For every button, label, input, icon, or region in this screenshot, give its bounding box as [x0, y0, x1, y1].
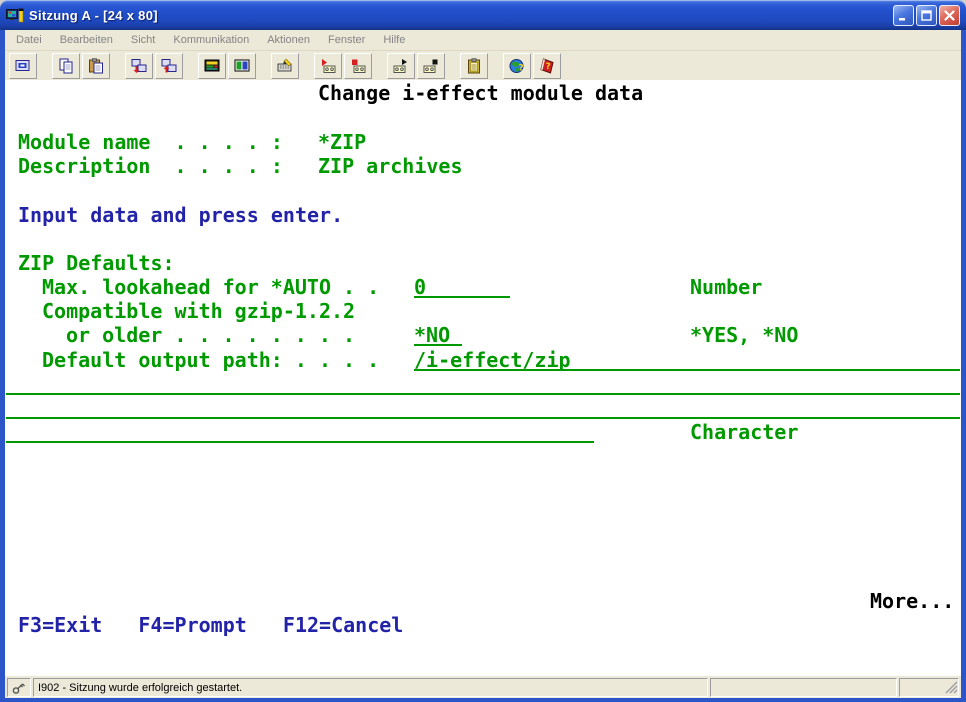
menu-bearbeiten[interactable]: Bearbeiten [51, 31, 122, 49]
prompt-instruction: Input data and press enter. [18, 203, 343, 227]
keyboard-setup-icon [277, 58, 293, 74]
title-bar: Sitzung A - [24 x 80] [0, 0, 966, 30]
menu-datei[interactable]: Datei [7, 31, 51, 49]
more-indicator: More... [870, 589, 954, 613]
label-description: Description . . . . : [18, 154, 283, 178]
record-macro-button[interactable] [314, 53, 342, 79]
stop-macro-icon [423, 58, 439, 74]
record-macro-icon [320, 58, 336, 74]
label-max-lookahead: Max. lookahead for *AUTO . . [42, 275, 379, 299]
resize-grip[interactable] [945, 681, 958, 694]
value-description: ZIP archives [318, 154, 463, 178]
send-file-icon [131, 58, 147, 74]
key-icon [12, 681, 26, 695]
display-setup-icon [234, 58, 250, 74]
menu-fenster[interactable]: Fenster [319, 31, 374, 49]
hint-yes-no: *YES, *NO [690, 323, 798, 347]
menu-aktionen[interactable]: Aktionen [258, 31, 319, 49]
web-support-button[interactable]: ? [503, 53, 531, 79]
close-button[interactable] [939, 5, 960, 26]
label-or-older: or older . . . . . . . . [66, 323, 355, 347]
clipboard-icon [466, 58, 482, 74]
color-mapping-button[interactable] [198, 53, 226, 79]
input-field-output-path-cont-3[interactable] [6, 420, 594, 443]
window-title: Sitzung A - [24 x 80] [29, 8, 158, 23]
paste-button[interactable] [82, 53, 110, 79]
minimize-icon [898, 10, 909, 21]
send-file-button[interactable] [125, 53, 153, 79]
display-session-button[interactable] [9, 53, 37, 79]
status-bar: I902 - Sitzung wurde erfolgreich gestart… [5, 676, 961, 698]
status-panel-corner [899, 678, 959, 697]
web-support-icon: ? [509, 58, 525, 74]
input-field-or-older[interactable]: *NO [414, 323, 462, 346]
screen-title: Change i-effect module data [318, 81, 643, 105]
menu-sicht[interactable]: Sicht [122, 31, 164, 49]
receive-file-icon [161, 58, 177, 74]
input-field-output-path-cont-1[interactable] [6, 372, 960, 395]
session-app-icon [6, 7, 24, 23]
stop-macro-button[interactable] [417, 53, 445, 79]
hint-number: Number [690, 275, 762, 299]
keyboard-setup-button[interactable] [271, 53, 299, 79]
label-module-name: Module name . . . . : [18, 130, 283, 154]
label-default-output-path: Default output path: . . . . [42, 348, 379, 372]
svg-text:?: ? [519, 63, 524, 73]
stop-record-icon [350, 58, 366, 74]
label-zip-defaults: ZIP Defaults: [18, 251, 175, 275]
help-icon: ? [539, 58, 555, 74]
function-keys: F3=Exit F4=Prompt F12=Cancel [18, 613, 403, 637]
session-window: Sitzung A - [24 x 80] Date [0, 0, 966, 702]
play-macro-button[interactable] [387, 53, 415, 79]
copy-button[interactable] [52, 53, 80, 79]
label-gzip-compatible: Compatible with gzip-1.2.2 [42, 299, 355, 323]
connection-status-panel [7, 678, 31, 697]
toolbar: ? ? [5, 51, 961, 80]
input-field-output-path[interactable]: /i-effect/zip [414, 348, 960, 371]
help-button[interactable]: ? [533, 53, 561, 79]
maximize-icon [921, 10, 932, 21]
clipboard-button[interactable] [460, 53, 488, 79]
minimize-button[interactable] [893, 5, 914, 26]
terminal-screen: Change i-effect module data Module name … [5, 80, 961, 676]
status-message-panel: I902 - Sitzung wurde erfolgreich gestart… [33, 678, 708, 697]
receive-file-button[interactable] [155, 53, 183, 79]
svg-text:?: ? [546, 62, 551, 72]
maximize-button[interactable] [916, 5, 937, 26]
display-setup-button[interactable] [228, 53, 256, 79]
copy-icon [58, 58, 74, 74]
hint-character: Character [690, 420, 798, 444]
status-message: I902 - Sitzung wurde erfolgreich gestart… [38, 682, 242, 694]
input-field-output-path-cont-2[interactable] [6, 396, 960, 419]
display-session-icon [15, 58, 31, 74]
play-macro-icon [393, 58, 409, 74]
paste-icon [88, 58, 104, 74]
stop-record-button[interactable] [344, 53, 372, 79]
menu-kommunikation[interactable]: Kommunikation [164, 31, 258, 49]
input-field-max-lookahead[interactable]: 0 [414, 275, 510, 298]
menu-hilfe[interactable]: Hilfe [374, 31, 414, 49]
menu-bar: Datei Bearbeiten Sicht Kommunikation Akt… [5, 30, 961, 51]
value-module-name: *ZIP [318, 130, 366, 154]
color-mapping-icon [204, 58, 220, 74]
close-icon [944, 10, 955, 21]
status-panel-secondary [710, 678, 897, 697]
window-frame: Datei Bearbeiten Sicht Kommunikation Akt… [0, 30, 966, 702]
